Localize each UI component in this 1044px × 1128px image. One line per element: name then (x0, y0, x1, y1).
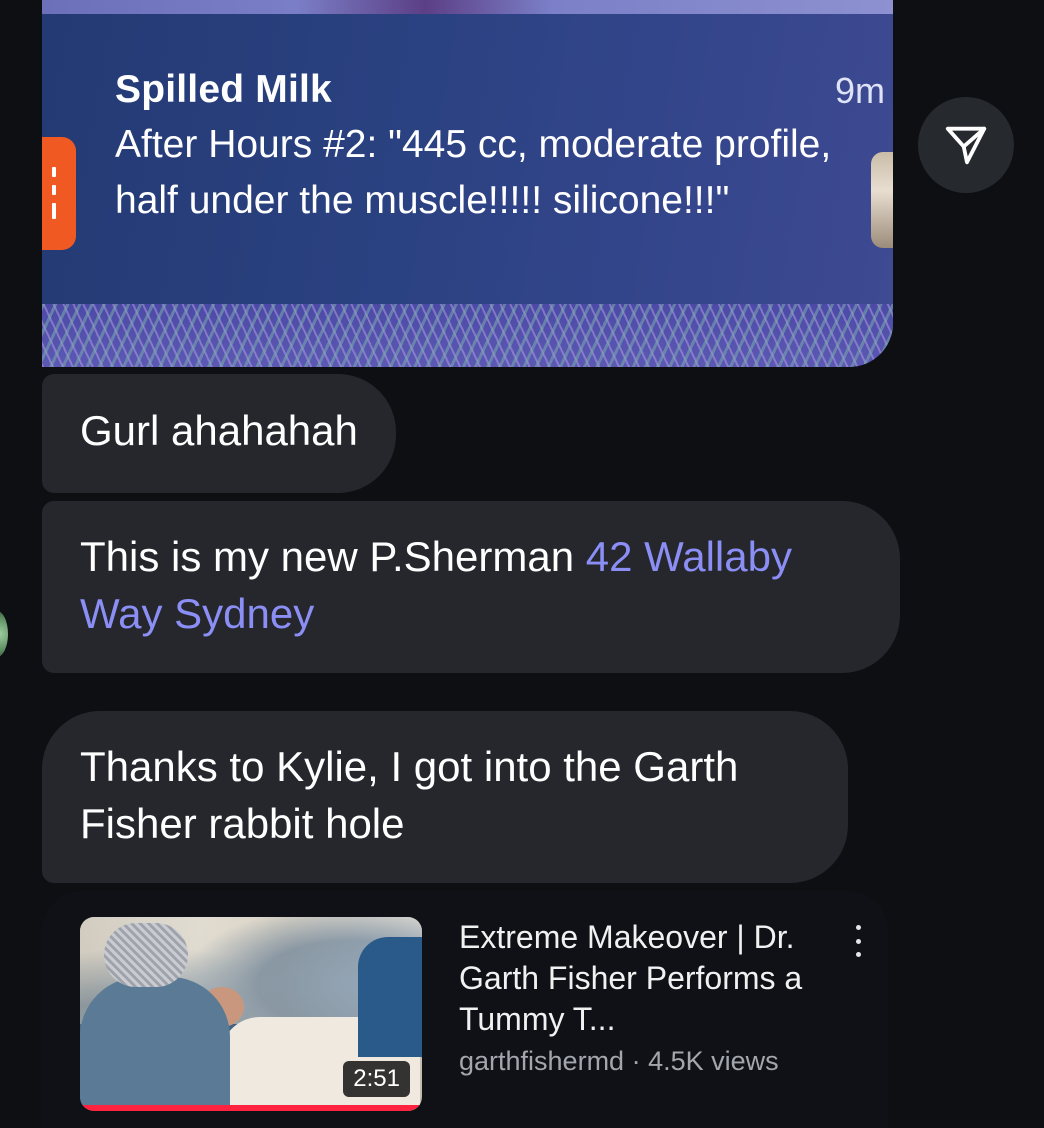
sender-avatar[interactable] (0, 611, 8, 657)
notification-banner: Spilled Milk 9m After Hours #2: "445 cc,… (42, 14, 893, 304)
video-title[interactable]: Extreme Makeover | Dr. Garth Fisher Perf… (459, 917, 829, 1040)
notification-thumbnail (871, 152, 893, 248)
send-icon (945, 126, 987, 165)
more-vertical-icon[interactable] (846, 921, 870, 961)
spilled-milk-app-icon (42, 137, 76, 250)
image-top-strip (42, 0, 893, 14)
shared-image-message[interactable]: Spilled Milk 9m After Hours #2: "445 cc,… (42, 0, 893, 367)
notification-app-name: Spilled Milk (115, 68, 332, 111)
message-bubble[interactable]: Gurl ahahahah (42, 374, 396, 493)
video-thumbnail[interactable]: 2:51 (80, 917, 422, 1111)
video-duration: 2:51 (343, 1061, 410, 1097)
video-meta: garthfishermd · 4.5K views (459, 1046, 779, 1077)
notification-time: 9m (834, 70, 885, 111)
message-text: This is my new P.Sherman (80, 533, 586, 580)
video-channel[interactable]: garthfishermd (459, 1046, 624, 1076)
watch-progress-bar (80, 1105, 422, 1111)
message-bubble[interactable]: This is my new P.Sherman 42 Wallaby Way … (42, 501, 900, 673)
notification-body: After Hours #2: "445 cc, moderate profil… (115, 123, 832, 222)
video-share-card[interactable]: 2:51 Extreme Makeover | Dr. Garth Fisher… (42, 891, 888, 1128)
video-views: 4.5K views (648, 1046, 779, 1076)
chat-screen: Spilled Milk 9m After Hours #2: "445 cc,… (0, 0, 1044, 1128)
share-button[interactable] (918, 97, 1014, 193)
message-text: Gurl ahahahah (80, 407, 358, 454)
watch-progress-track (80, 1105, 422, 1111)
message-bubble[interactable]: Thanks to Kylie, I got into the Garth Fi… (42, 711, 848, 883)
meta-separator: · (624, 1046, 649, 1076)
message-text: Thanks to Kylie, I got into the Garth Fi… (80, 743, 739, 847)
image-background-texture (42, 304, 893, 367)
